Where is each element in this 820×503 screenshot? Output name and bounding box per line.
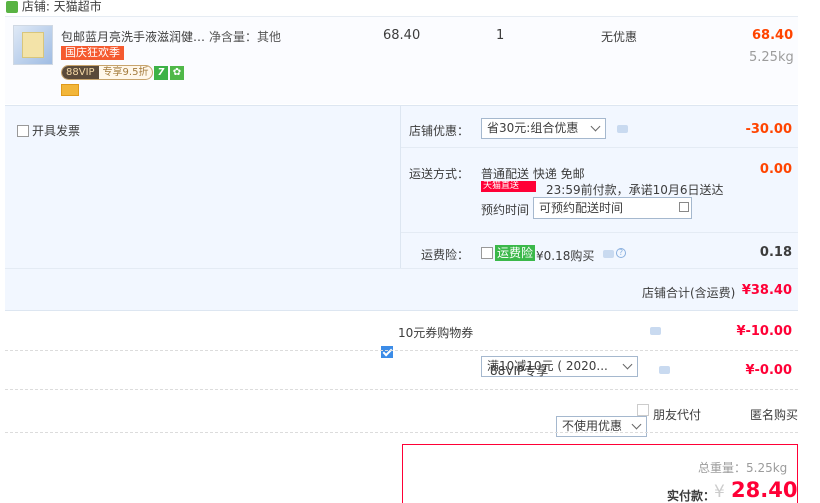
delivery-fee: 0.00 [759,162,792,177]
divider [5,268,798,269]
vip-discount-badge: 88VIP 专享9.5折 [61,65,154,80]
divider [401,232,798,233]
paid-label: 实付款： [667,489,716,503]
shop-header: 店铺: 天猫超市 [0,0,820,14]
message-icon[interactable] [617,125,628,133]
insurance-price: ¥0.18购买 [536,249,595,263]
delivery-method: 普通配送 快递 免邮 [481,167,585,181]
message-icon[interactable] [659,366,670,374]
shop-discount-select[interactable]: 省30元:组合优惠 [481,118,606,139]
total-weight: 总重量：5.25kg [698,461,788,475]
message-icon[interactable] [603,250,614,258]
promo-badge: 国庆狂欢季 [61,46,124,60]
item-discount: 无优惠 [601,30,638,44]
calendar-icon[interactable] [679,202,689,212]
shop-discount-amount: -30.00 [745,122,792,137]
vip-amount: ¥-0.00 [745,363,792,378]
item-title[interactable]: 包邮蓝月亮洗手液滋润健康... [61,28,206,45]
invoice-label: 开具发票 [32,124,81,138]
tmall-direct-logo: 天猫直送 [481,181,536,192]
item-spec: 净含量：其他 [209,30,282,44]
item-price: 68.40 [383,28,421,43]
divider [5,432,798,433]
insurance-badge: 运费险 [495,245,536,261]
vip-badge-right: 专享9.5折 [102,67,149,78]
currency-symbol: ¥ [714,482,725,502]
anonymous-label: 匿名购买 [750,408,799,422]
product-thumbnail[interactable] [13,25,53,65]
divider [5,350,798,351]
vip-label: 88VIP专享 [490,364,549,378]
vip-select[interactable]: 不使用优惠 [556,416,647,437]
insurance-label: 运费险： [421,248,470,262]
credit-card-icon [61,84,79,96]
panel-divider [400,105,401,268]
divider [5,389,798,390]
friend-pay-checkbox[interactable] [637,404,649,416]
invoice-option[interactable]: 开具发票 [17,122,80,139]
coupon-amount: ¥-10.00 [736,324,792,339]
divider [401,147,798,148]
item-quantity: 1 [496,28,505,43]
message-icon[interactable] [650,327,661,335]
invoice-checkbox[interactable] [17,124,29,137]
paid-value: 28.40 [731,478,798,502]
delivery-promise: 23:59前付款，承诺10月6日送达 [546,183,724,197]
item-total: 68.40 [752,28,794,43]
friend-pay-label: 朋友代付 [653,408,702,422]
seven-day-return-icon: 7 [154,66,168,80]
appointment-label: 预约时间 [481,203,530,217]
appointment-time-input[interactable]: 可预约配送时间 [533,197,692,219]
item-weight: 5.25kg [749,50,794,65]
insurance-amount: 0.18 [759,245,792,260]
help-icon[interactable]: ? [616,248,626,258]
shop-discount-label: 店铺优惠： [409,124,470,138]
shop-label[interactable]: 店铺: 天猫超市 [22,0,102,14]
coupon-label: 10元券购物券 [398,326,474,340]
shop-total-value: ¥38.40 [741,283,792,298]
quality-guarantee-icon: ✿ [170,66,184,80]
insurance-checkbox[interactable] [481,247,493,259]
product-image [22,32,44,58]
delivery-label: 运送方式： [409,167,470,181]
shop-icon [6,0,18,13]
vip-badge-left: 88VIP [62,66,99,79]
coupon-checkbox[interactable] [381,346,393,358]
